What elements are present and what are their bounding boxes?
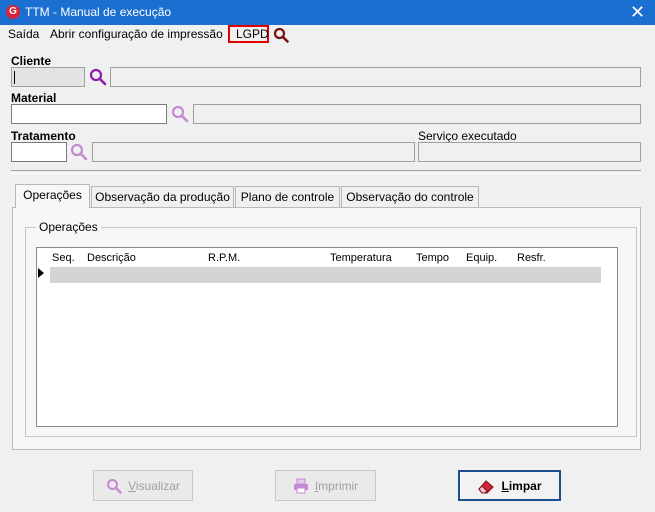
menu-item-lgpd[interactable]: LGPD	[236, 27, 269, 41]
text-caret	[14, 71, 15, 84]
tab-observacao-producao[interactable]: Observação da produção	[91, 186, 234, 207]
servico-executado-label: Serviço executado	[418, 129, 517, 143]
operacoes-group-label: Operações	[36, 220, 101, 234]
column-header-temperatura[interactable]: Temperatura	[330, 252, 392, 264]
material-search-icon[interactable]	[171, 105, 189, 123]
tab-plano-controle[interactable]: Plano de controle	[235, 186, 340, 207]
column-header-equip[interactable]: Equip.	[466, 252, 497, 264]
column-header-resfr[interactable]: Resfr.	[517, 252, 546, 264]
cliente-name-field	[110, 67, 641, 87]
close-icon[interactable]: ✕	[630, 2, 645, 22]
cliente-search-icon[interactable]	[89, 68, 107, 86]
menu-item-abrir-configuracao[interactable]: Abrir configuração de impressão	[50, 27, 223, 41]
printer-icon	[293, 478, 308, 493]
material-code-field[interactable]	[11, 104, 167, 124]
servico-executado-field	[418, 142, 641, 162]
visualizar-label: Visualizar	[128, 478, 180, 493]
imprimir-label: Imprimir	[314, 478, 359, 493]
cliente-label: Cliente	[11, 54, 52, 68]
cliente-code-field[interactable]	[11, 67, 85, 87]
menu-search-icon[interactable]	[273, 27, 289, 43]
table-row[interactable]	[50, 267, 601, 283]
limpar-label: Limpar	[501, 478, 542, 493]
tratamento-search-icon[interactable]	[70, 143, 88, 161]
menu-item-saida[interactable]: Saída	[8, 27, 39, 41]
imprimir-button[interactable]: Imprimir	[275, 470, 376, 501]
column-header-seq[interactable]: Seq.	[52, 252, 75, 264]
tratamento-label: Tratamento	[11, 129, 76, 143]
material-label: Material	[11, 91, 57, 105]
tab-operacoes[interactable]: Operações	[15, 184, 90, 208]
visualizar-button[interactable]: Visualizar	[93, 470, 193, 501]
column-header-tempo[interactable]: Tempo	[416, 252, 449, 264]
form-separator	[11, 170, 641, 174]
tab-observacao-controle[interactable]: Observação do controle	[341, 186, 479, 207]
app-logo-icon: G	[6, 5, 20, 19]
material-description-field	[193, 104, 641, 124]
column-header-descricao[interactable]: Descrição	[87, 252, 136, 264]
tratamento-description-field	[92, 142, 415, 162]
magnifier-icon	[107, 478, 122, 494]
current-row-indicator-icon	[38, 268, 44, 278]
eraser-icon	[478, 479, 495, 493]
limpar-button[interactable]: Limpar	[458, 470, 561, 501]
column-header-rpm[interactable]: R.P.M.	[208, 252, 240, 264]
window-title: TTM - Manual de execução	[25, 5, 172, 19]
tratamento-code-field[interactable]	[11, 142, 67, 162]
